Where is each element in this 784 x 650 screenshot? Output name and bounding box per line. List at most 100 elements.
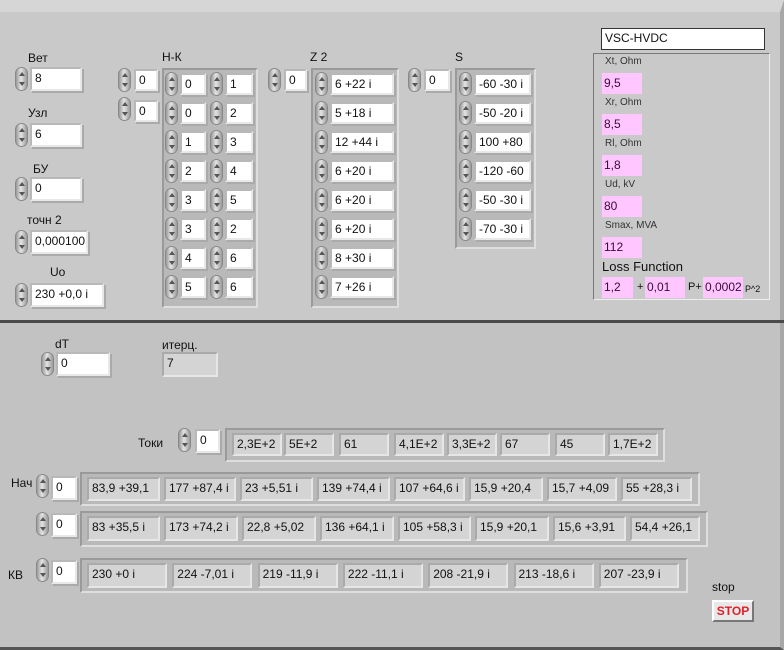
hk-from-spinner[interactable] <box>165 130 178 154</box>
hk-from-field[interactable]: 5 <box>180 276 206 298</box>
hk-index2-spinner[interactable] <box>118 97 131 121</box>
hk-to-spinner[interactable] <box>210 275 223 299</box>
z2-element[interactable]: 6 +20 i <box>330 189 394 211</box>
z2-element[interactable]: 6 +20 i <box>330 160 394 182</box>
uo-spinner[interactable] <box>15 283 28 307</box>
hk-from-spinner[interactable] <box>165 72 178 96</box>
hk-to-spinner[interactable] <box>210 246 223 270</box>
z2-index[interactable]: 0 <box>284 69 307 91</box>
vsc-title-field[interactable]: VSC-HVDC <box>601 28 765 50</box>
s-element[interactable]: -50 -30 i <box>474 189 531 211</box>
s-element-spinner[interactable] <box>459 188 472 212</box>
vsc-param-field[interactable]: 9,5 <box>602 73 642 94</box>
s-element[interactable]: -120 -60 <box>474 160 531 182</box>
loss-c-field[interactable]: 0,0002 <box>703 277 743 298</box>
s-element-spinner[interactable] <box>459 72 472 96</box>
hk-from-spinner[interactable] <box>165 217 178 241</box>
hk-from-spinner[interactable] <box>165 101 178 125</box>
vet-input[interactable]: 8 <box>30 67 82 91</box>
bu-spinner[interactable] <box>15 177 28 201</box>
z2-element-spinner[interactable] <box>315 130 328 154</box>
hk-to-field[interactable]: 5 <box>225 189 253 211</box>
toki-index[interactable]: 0 <box>195 429 220 453</box>
nach-spinner-2[interactable] <box>36 512 49 536</box>
vsc-param-field[interactable]: 112 <box>602 237 642 258</box>
s-element-spinner[interactable] <box>459 130 472 154</box>
hk-from-field[interactable]: 0 <box>180 102 206 124</box>
vsc-param-field[interactable]: 1,8 <box>602 155 642 176</box>
hk-to-field[interactable]: 4 <box>225 160 253 182</box>
stop-button[interactable]: STOP <box>712 600 754 622</box>
hk-from-field[interactable]: 3 <box>180 189 206 211</box>
hk-from-spinner[interactable] <box>165 188 178 212</box>
s-element[interactable]: 100 +80 <box>474 131 531 153</box>
loss-b-field[interactable]: 0,01 <box>645 277 685 298</box>
nach-index-2[interactable]: 0 <box>51 513 77 537</box>
nach-spinner-1[interactable] <box>36 474 49 498</box>
hk-to-field[interactable]: 3 <box>225 131 253 153</box>
toki-spinner[interactable] <box>178 428 191 452</box>
hk-to-spinner[interactable] <box>210 130 223 154</box>
z2-element-spinner[interactable] <box>315 188 328 212</box>
s-element-spinner[interactable] <box>459 159 472 183</box>
uo-input[interactable]: 230 +0,0 i <box>30 283 104 307</box>
s-element[interactable]: -50 -20 i <box>474 102 531 124</box>
vsc-param-field[interactable]: 8,5 <box>602 114 642 135</box>
vet-spinner[interactable] <box>15 67 28 91</box>
z2-element[interactable]: 5 +18 i <box>330 102 394 124</box>
z2-element[interactable]: 6 +20 i <box>330 218 394 240</box>
hk-from-field[interactable]: 2 <box>180 160 206 182</box>
kv-spinner[interactable] <box>36 558 49 582</box>
z2-element[interactable]: 6 +22 i <box>330 73 394 95</box>
hk-from-spinner[interactable] <box>165 159 178 183</box>
hk-to-spinner[interactable] <box>210 217 223 241</box>
bu-input[interactable]: 0 <box>30 177 82 201</box>
z2-element[interactable]: 7 +26 i <box>330 276 394 298</box>
s-element[interactable]: -60 -30 i <box>474 73 531 95</box>
hk-from-spinner[interactable] <box>165 246 178 270</box>
hk-to-field[interactable]: 1 <box>225 73 253 95</box>
hk-to-field[interactable]: 6 <box>225 247 253 269</box>
s-index-spinner[interactable] <box>408 68 421 92</box>
z2-element-spinner[interactable] <box>315 101 328 125</box>
toki-label: Токи <box>138 436 164 450</box>
z2-element[interactable]: 12 +44 i <box>330 131 394 153</box>
hk-from-field[interactable]: 0 <box>180 73 206 95</box>
z2-element-spinner[interactable] <box>315 246 328 270</box>
hk-index1[interactable]: 0 <box>134 69 158 91</box>
z2-element-spinner[interactable] <box>315 159 328 183</box>
hk-to-spinner[interactable] <box>210 72 223 96</box>
s-index[interactable]: 0 <box>424 69 450 91</box>
z2-element-spinner[interactable] <box>315 72 328 96</box>
hk-to-field[interactable]: 6 <box>225 276 253 298</box>
s-element-spinner[interactable] <box>459 101 472 125</box>
hk-index2[interactable]: 0 <box>134 100 158 122</box>
tochn2-input[interactable]: 0,000100 <box>30 230 88 254</box>
hk-from-spinner[interactable] <box>165 275 178 299</box>
hk-from-field[interactable]: 3 <box>180 218 206 240</box>
vsc-param-field[interactable]: 80 <box>602 196 642 217</box>
hk-to-spinner[interactable] <box>210 188 223 212</box>
z2-element[interactable]: 8 +30 i <box>330 247 394 269</box>
hk-to-spinner[interactable] <box>210 101 223 125</box>
z2-index-spinner[interactable] <box>268 68 281 92</box>
nach-index-1[interactable]: 0 <box>51 476 77 500</box>
tochn2-spinner[interactable] <box>15 230 28 254</box>
hk-from-field[interactable]: 4 <box>180 247 206 269</box>
hk-from-field[interactable]: 1 <box>180 131 206 153</box>
loss-a-field[interactable]: 1,2 <box>602 277 633 298</box>
s-element[interactable]: -70 -30 i <box>474 218 531 240</box>
uzl-input[interactable]: 6 <box>30 123 82 147</box>
kv-index[interactable]: 0 <box>51 560 77 584</box>
z2-element-spinner[interactable] <box>315 275 328 299</box>
hk-to-field[interactable]: 2 <box>225 218 253 240</box>
hk-to-field[interactable]: 2 <box>225 102 253 124</box>
kv-element: 213 -18,6 i <box>513 563 594 588</box>
uzl-spinner[interactable] <box>15 123 28 147</box>
dt-input[interactable]: 0 <box>56 352 110 376</box>
s-element-spinner[interactable] <box>459 217 472 241</box>
dt-spinner[interactable] <box>41 352 54 376</box>
z2-element-spinner[interactable] <box>315 217 328 241</box>
hk-to-spinner[interactable] <box>210 159 223 183</box>
hk-index1-spinner[interactable] <box>118 68 131 92</box>
